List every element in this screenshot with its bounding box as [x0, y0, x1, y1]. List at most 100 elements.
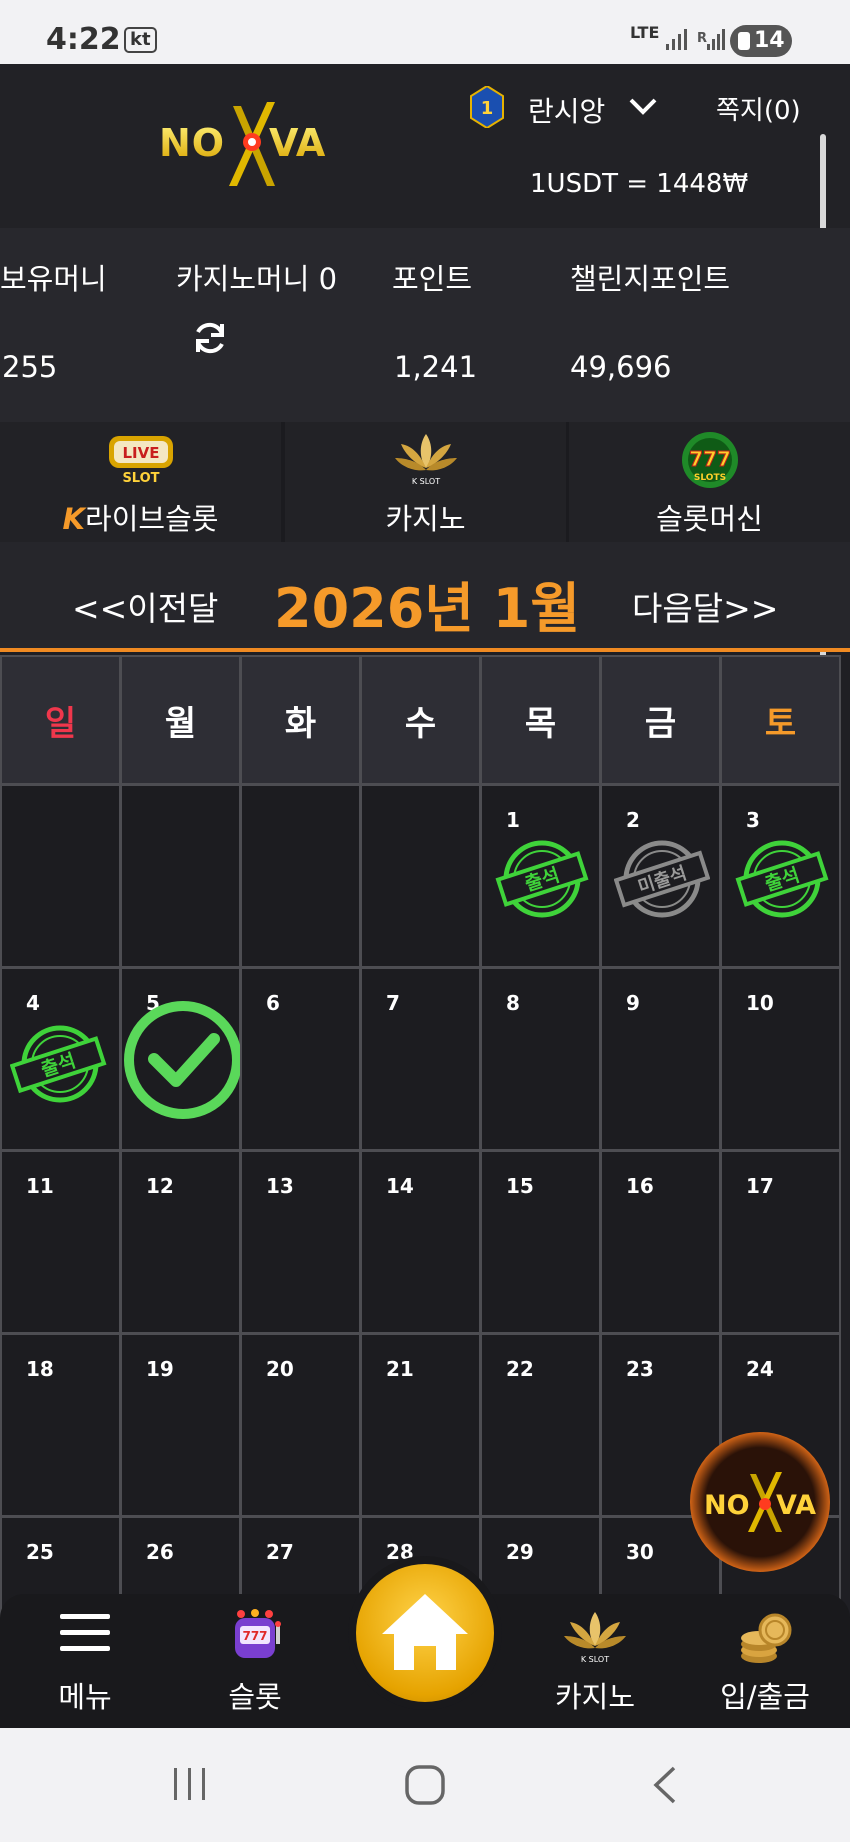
k-slot-lotus-icon: K SLOT: [394, 434, 457, 486]
status-bar: 4:22 kt LTE R 14: [0, 0, 850, 64]
day-number: 24: [746, 1357, 774, 1381]
svg-text:VA: VA: [269, 121, 326, 165]
messages-link[interactable]: 쪽지(0): [716, 90, 801, 127]
month-title: 2026년 1월: [274, 577, 581, 640]
svg-text:NO: NO: [704, 1490, 750, 1521]
day-number: 22: [506, 1357, 534, 1381]
tab-slot-machine-label: 슬롯머신: [656, 502, 763, 536]
home-icon: [382, 1594, 468, 1670]
weekday-tue: 화: [240, 655, 361, 785]
balance-label: 보유머니: [0, 262, 107, 296]
home-button[interactable]: [356, 1564, 494, 1702]
calendar-day[interactable]: 14: [360, 1150, 481, 1334]
nova-logo[interactable]: NO VA: [155, 94, 345, 194]
calendar-day[interactable]: 8: [480, 967, 601, 1151]
challenge-points-label: 챌린지포인트: [570, 262, 731, 296]
day-number: 15: [506, 1174, 534, 1198]
day-number: 12: [146, 1174, 174, 1198]
calendar-day-empty: [120, 784, 241, 968]
check-circle-icon: [124, 1001, 242, 1119]
nav-menu[interactable]: 메뉴: [0, 1594, 170, 1728]
username[interactable]: 란시앙: [528, 90, 605, 130]
back-icon[interactable]: [650, 1764, 680, 1806]
slot-machine-icon: 777: [235, 1609, 281, 1658]
calendar-day[interactable]: 12: [120, 1150, 241, 1334]
day-number: 25: [26, 1540, 54, 1564]
recent-apps-icon[interactable]: [170, 1764, 210, 1804]
calendar-week: 1 출석 2 미출석 3 출석: [0, 784, 850, 968]
day-number: 30: [626, 1540, 654, 1564]
calendar-day[interactable]: 10: [720, 967, 841, 1151]
absent-stamp-icon: 미출석: [614, 840, 710, 918]
day-number: 27: [266, 1540, 294, 1564]
tab-live-slot-label: K라이브슬롯: [62, 502, 219, 536]
calendar-day[interactable]: 7: [360, 967, 481, 1151]
calendar-day[interactable]: 17: [720, 1150, 841, 1334]
nav-slot[interactable]: 777 슬롯: [170, 1594, 340, 1728]
weekday-wed: 수: [360, 655, 481, 785]
refresh-icon[interactable]: [190, 318, 230, 358]
app-header: NO VA 1 란시앙 쪽지(0) 1USDT = 1448₩: [0, 64, 850, 228]
calendar-day[interactable]: 16: [600, 1150, 721, 1334]
calendar-day[interactable]: 11: [0, 1150, 121, 1334]
network-type: LTE: [630, 23, 660, 42]
calendar-day[interactable]: 1 출석: [480, 784, 601, 968]
casino-money-label: 카지노머니 0: [176, 262, 338, 296]
floating-nova-button[interactable]: NO VA: [690, 1432, 830, 1572]
weekday-header: 일 월 화 수 목 금 토: [0, 655, 850, 785]
points-value: 1,241: [394, 350, 478, 384]
calendar-day[interactable]: 18: [0, 1333, 121, 1517]
day-number: 7: [386, 991, 400, 1015]
month-navigation: <<이전달 2026년 1월 다음달>>: [0, 542, 850, 652]
calendar-day[interactable]: 20: [240, 1333, 361, 1517]
prev-month-button[interactable]: <<이전달: [72, 582, 218, 630]
attended-stamp-icon: 출석: [495, 840, 589, 918]
tab-slot-machine[interactable]: 777 SLOTS 슬롯머신: [569, 422, 850, 542]
calendar-day-today[interactable]: 5: [120, 967, 242, 1151]
svg-text:K SLOT: K SLOT: [411, 477, 439, 486]
calendar-day[interactable]: 21: [360, 1333, 481, 1517]
exchange-rate: 1USDT = 1448₩: [530, 169, 749, 199]
attended-stamp-icon: 출석: [10, 1025, 107, 1103]
weekday-fri: 금: [600, 655, 721, 785]
nav-deposit-withdraw[interactable]: 입/출금: [680, 1594, 850, 1728]
hamburger-icon: [60, 1614, 110, 1651]
calendar-day[interactable]: 2 미출석: [600, 784, 721, 968]
day-number: 17: [746, 1174, 774, 1198]
calendar-day[interactable]: 22: [480, 1333, 601, 1517]
nova-logo-icon: NO VA: [704, 1472, 816, 1532]
carrier-badge: kt: [124, 27, 157, 53]
system-navigation-bar: [0, 1728, 850, 1842]
day-number: 20: [266, 1357, 294, 1381]
day-number: 1: [506, 808, 520, 832]
tab-live-slot[interactable]: LIVE SLOT K라이브슬롯: [0, 422, 281, 542]
day-number: 19: [146, 1357, 174, 1381]
svg-text:SLOT: SLOT: [122, 471, 159, 486]
weekday-thu: 목: [480, 655, 601, 785]
tab-casino[interactable]: K SLOT 카지노: [285, 422, 566, 542]
day-number: 4: [26, 991, 40, 1015]
day-number: 26: [146, 1540, 174, 1564]
nav-casino[interactable]: K SLOT 카지노: [510, 1594, 680, 1728]
home-system-icon[interactable]: [404, 1764, 446, 1806]
calendar-day[interactable]: 6: [240, 967, 361, 1151]
day-number: 14: [386, 1174, 414, 1198]
status-time: 4:22: [46, 22, 121, 57]
wallet-panel: 보유머니 255 카지노머니 0 포인트 1,241 챌린지포인트 49,696: [0, 228, 850, 422]
next-month-button[interactable]: 다음달>>: [632, 582, 778, 630]
svg-text:777: 777: [689, 447, 731, 471]
calendar-day[interactable]: 3 출석: [720, 784, 841, 968]
calendar-day-empty: [240, 784, 361, 968]
signal-icon: [666, 29, 687, 50]
chevron-down-icon[interactable]: [628, 94, 658, 118]
day-number: 21: [386, 1357, 414, 1381]
day-number: 3: [746, 808, 760, 832]
calendar-day[interactable]: 13: [240, 1150, 361, 1334]
calendar-day[interactable]: 19: [120, 1333, 241, 1517]
level-badge-icon: 1: [470, 86, 504, 128]
calendar-day[interactable]: 15: [480, 1150, 601, 1334]
battery-indicator: 14: [730, 25, 792, 57]
calendar-day[interactable]: 4 출석: [0, 967, 121, 1151]
day-number: 8: [506, 991, 520, 1015]
calendar-day[interactable]: 9: [600, 967, 721, 1151]
